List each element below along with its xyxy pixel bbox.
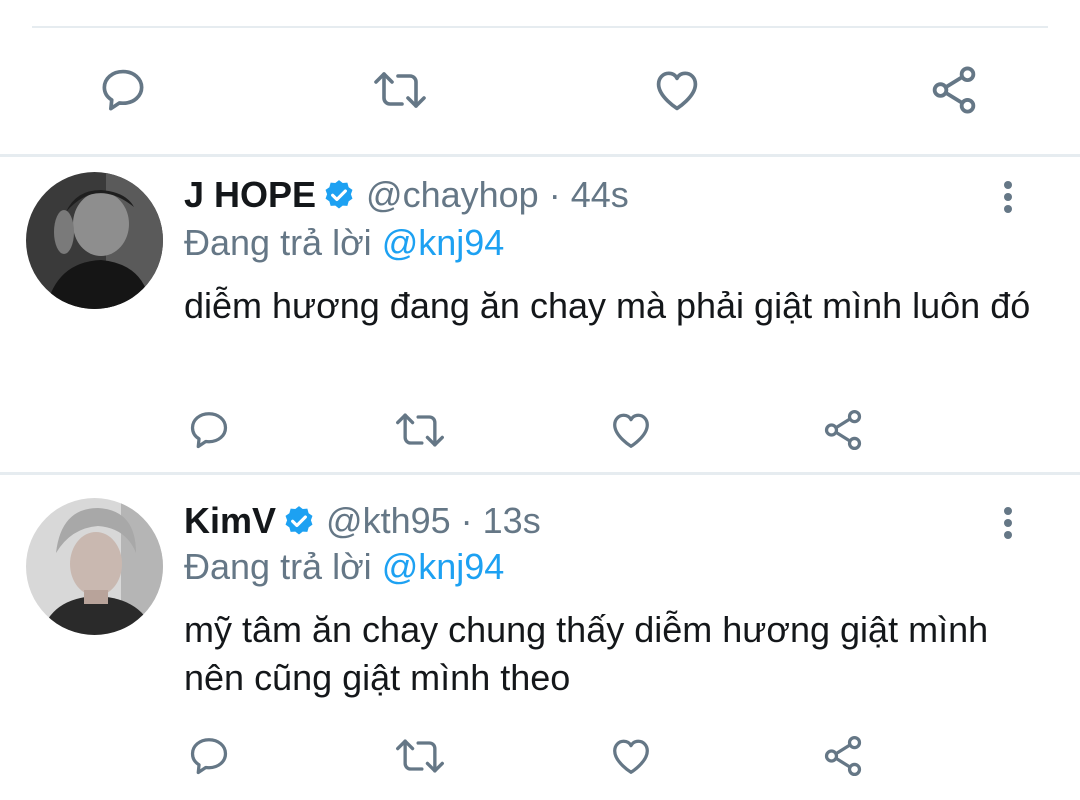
avatar[interactable] — [26, 498, 163, 635]
replying-prefix: Đang trả lời — [184, 222, 372, 263]
retweet-icon — [374, 72, 426, 108]
retweet-icon — [396, 739, 444, 773]
avatar[interactable] — [26, 172, 163, 309]
divider — [0, 154, 1080, 157]
tweet-header: J HOPE @chayhop · 44s — [184, 172, 629, 218]
reply-button[interactable] — [181, 402, 237, 458]
heart-icon — [613, 739, 649, 774]
more-vertical-icon — [1004, 181, 1012, 213]
user-handle[interactable]: @chayhop — [366, 172, 539, 218]
replying-prefix: Đang trả lời — [184, 546, 372, 587]
display-name[interactable]: KimV — [184, 498, 276, 544]
more-vertical-icon — [1004, 507, 1012, 539]
share-button[interactable] — [815, 402, 871, 458]
timestamp[interactable]: 13s — [483, 498, 541, 544]
timestamp[interactable]: 44s — [571, 172, 629, 218]
more-options-button[interactable] — [988, 172, 1028, 222]
retweet-button[interactable] — [392, 728, 448, 784]
top-action-bar — [0, 62, 1080, 122]
tweet-text: diễm hương đang ăn chay mà phải giật mìn… — [184, 285, 1031, 326]
tweet-text: mỹ tâm ăn chay chung thấy diễm hương giậ… — [184, 609, 989, 698]
retweet-button[interactable] — [392, 402, 448, 458]
tweet-header: KimV @kth95 · 13s — [184, 498, 541, 544]
separator-dot: · — [460, 500, 473, 541]
heart-icon — [656, 71, 698, 111]
replying-to: Đang trả lời @knj94 — [184, 544, 504, 590]
retweet-icon — [396, 413, 444, 447]
share-icon — [824, 735, 862, 777]
share-icon — [824, 409, 862, 451]
comment-icon — [190, 412, 228, 449]
like-button[interactable] — [649, 62, 705, 118]
more-options-button[interactable] — [988, 498, 1028, 548]
retweet-button[interactable] — [372, 62, 428, 118]
top-divider — [32, 26, 1048, 28]
reply-button[interactable] — [181, 728, 237, 784]
user-handle[interactable]: @kth95 — [326, 498, 451, 544]
display-name[interactable]: J HOPE — [184, 172, 316, 218]
reply-mention-link[interactable]: @knj94 — [382, 222, 505, 263]
divider — [0, 472, 1080, 475]
share-icon — [932, 66, 976, 114]
heart-icon — [613, 413, 649, 448]
separator-dot: · — [548, 174, 561, 215]
verified-badge-icon — [282, 504, 316, 538]
like-button[interactable] — [603, 402, 659, 458]
comment-icon — [102, 69, 144, 111]
verified-badge-icon — [322, 178, 356, 212]
comment-icon — [190, 738, 228, 775]
replying-to: Đang trả lời @knj94 — [184, 220, 504, 266]
reply-button[interactable] — [95, 62, 151, 118]
reply-mention-link[interactable]: @knj94 — [382, 546, 505, 587]
share-button[interactable] — [815, 728, 871, 784]
like-button[interactable] — [603, 728, 659, 784]
share-button[interactable] — [926, 62, 982, 118]
